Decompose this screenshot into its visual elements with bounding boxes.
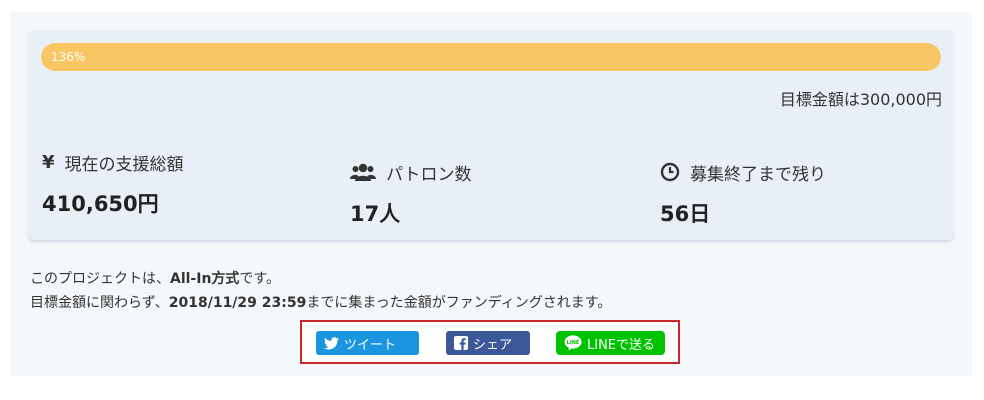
tweet-button[interactable]: ツイート xyxy=(316,331,419,355)
stat-total-support: ¥ 現在の支援総額 410,650円 xyxy=(42,148,184,218)
progress-label: 136% xyxy=(51,50,86,64)
facebook-share-label: シェア xyxy=(473,337,513,353)
stat-label-remaining: 募集終了まで残り xyxy=(690,164,826,185)
funding-deadline-note: 目標金額に関わらず、2018/11/29 23:59までに集まった金額がファンデ… xyxy=(30,292,611,312)
note-text: です。 xyxy=(239,271,281,287)
note-text: このプロジェクトは、 xyxy=(30,271,170,287)
facebook-icon xyxy=(454,336,468,350)
tweet-label: ツイート xyxy=(344,337,397,353)
deadline-datetime: 2018/11/29 23:59 xyxy=(168,295,307,311)
facebook-share-button[interactable]: シェア xyxy=(446,331,530,355)
stat-label-total: 現在の支援総額 xyxy=(64,154,184,175)
stat-patrons: パトロン数 17人 xyxy=(350,158,472,228)
funding-method-note: このプロジェクトは、All-In方式です。 xyxy=(30,268,280,288)
funding-method-name: All-In方式 xyxy=(170,271,240,287)
goal-amount-text: 目標金額は300,000円 xyxy=(779,90,942,109)
line-send-label: LINEで送る xyxy=(587,337,656,353)
funding-summary-card: 136% 目標金額は300,000円 ¥ 現在の支援総額 410,650円 パト… xyxy=(28,30,954,240)
svg-text:LINE: LINE xyxy=(567,340,580,346)
line-logo-icon: LINE xyxy=(564,335,582,351)
stat-value-patrons: 17人 xyxy=(350,202,401,226)
note-text: までに集まった金額がファンディングされます。 xyxy=(306,295,612,311)
progress-fill: 136% xyxy=(41,43,941,71)
yen-icon: ¥ xyxy=(42,151,55,173)
stat-label-patrons: パトロン数 xyxy=(386,164,472,185)
funding-progress-bar: 136% xyxy=(41,43,941,71)
users-icon xyxy=(350,162,376,182)
share-buttons-highlight: ツイート シェア LINE LINEで送る xyxy=(300,320,680,364)
clock-icon xyxy=(660,162,680,182)
stat-value-remaining: 56日 xyxy=(660,202,711,226)
stat-value-total: 410,650円 xyxy=(42,192,159,216)
note-text: 目標金額に関わらず、 xyxy=(30,295,169,311)
line-send-button[interactable]: LINE LINEで送る xyxy=(556,331,665,355)
twitter-bird-icon xyxy=(324,336,339,350)
stat-remaining-time: 募集終了まで残り 56日 xyxy=(660,158,826,228)
